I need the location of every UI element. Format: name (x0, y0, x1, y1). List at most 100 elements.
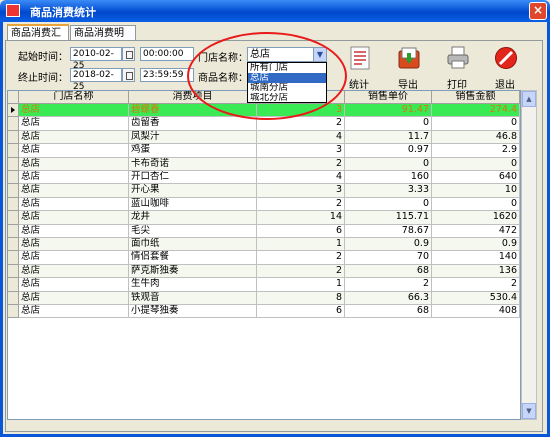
column-header-amount[interactable]: 销售金额 (432, 91, 520, 104)
print-button[interactable]: 打印 (438, 46, 476, 92)
table-row[interactable]: 总店 凤梨汁 4 11.7 46.8 (8, 130, 520, 145)
stats-button[interactable]: 统计 (340, 46, 378, 92)
table-row[interactable]: 总店 蓝山咖啡 2 0 0 (8, 197, 520, 212)
row-indicator[interactable] (8, 117, 19, 131)
store-option[interactable]: 城北分店 (248, 93, 326, 103)
row-indicator[interactable] (8, 291, 19, 305)
row-indicator[interactable] (8, 305, 19, 319)
cell-store[interactable]: 总店 (19, 305, 129, 319)
cell-store[interactable]: 总店 (19, 184, 129, 198)
cell-qty[interactable]: 8 (257, 291, 345, 305)
table-row[interactable]: 总店 龙井 14 115.71 1620 (8, 211, 520, 225)
cell-qty[interactable]: 2 (257, 197, 345, 212)
cell-qty[interactable]: 6 (257, 224, 345, 238)
cell-amount[interactable]: 136 (432, 264, 520, 279)
cell-item[interactable]: 开心果 (129, 184, 257, 198)
close-button[interactable]: × (529, 2, 547, 20)
cell-item[interactable]: 碧螺春 (129, 104, 257, 118)
table-row[interactable]: 总店 齿留香 2 0 0 (8, 117, 520, 131)
cell-qty[interactable]: 4 (257, 171, 345, 185)
end-date-field[interactable]: 2018-02-25 (70, 68, 122, 92)
cell-qty[interactable]: 2 (257, 157, 345, 171)
end-calendar-icon[interactable] (122, 68, 135, 82)
cell-amount[interactable]: 10 (432, 184, 520, 198)
row-indicator[interactable] (8, 278, 19, 292)
cell-store[interactable]: 总店 (19, 157, 129, 171)
start-calendar-icon[interactable] (122, 47, 135, 61)
store-option[interactable]: 城南分店 (248, 83, 326, 93)
scroll-down-icon[interactable]: ▼ (522, 403, 536, 419)
table-row[interactable]: 总店 碧螺春 3 91.47 274.4 (8, 104, 520, 118)
cell-item[interactable]: 凤梨汁 (129, 130, 257, 145)
row-indicator[interactable] (8, 184, 19, 198)
table-row[interactable]: 总店 卡布奇诺 2 0 0 (8, 157, 520, 171)
cell-item[interactable]: 生牛肉 (129, 278, 257, 292)
cell-amount[interactable]: 0 (432, 157, 520, 171)
cell-amount[interactable]: 0.9 (432, 238, 520, 252)
table-row[interactable]: 总店 小提琴独奏 6 68 408 (8, 305, 520, 319)
cell-qty[interactable]: 1 (257, 278, 345, 292)
cell-amount[interactable]: 274.4 (432, 104, 520, 118)
cell-amount[interactable]: 2 (432, 278, 520, 292)
row-indicator[interactable] (8, 238, 19, 252)
table-row[interactable]: 总店 情侣套餐 2 70 140 (8, 251, 520, 265)
cell-item[interactable]: 龙井 (129, 211, 257, 225)
row-indicator[interactable] (8, 197, 19, 212)
row-indicator[interactable] (8, 224, 19, 238)
data-grid[interactable]: 门店名称 消费项目 销售单价 销售金额 总店 碧螺春 3 91.47 274.4 总店 齿留… (7, 90, 521, 420)
cell-amount[interactable]: 530.4 (432, 291, 520, 305)
cell-item[interactable]: 卡布奇诺 (129, 157, 257, 171)
cell-store[interactable]: 总店 (19, 278, 129, 292)
scroll-up-icon[interactable]: ▲ (522, 91, 536, 107)
cell-amount[interactable]: 0 (432, 197, 520, 212)
cell-qty[interactable]: 6 (257, 305, 345, 319)
cell-price[interactable]: 68 (345, 305, 432, 319)
store-option[interactable]: 总店 (248, 73, 326, 83)
vertical-scrollbar[interactable]: ▲ ▼ (521, 90, 537, 420)
cell-amount[interactable]: 640 (432, 171, 520, 185)
cell-amount[interactable]: 1620 (432, 211, 520, 225)
cell-store[interactable]: 总店 (19, 251, 129, 265)
column-header-item[interactable]: 消费项目 (129, 91, 257, 104)
table-row[interactable]: 总店 鸡蛋 3 0.97 2.9 (8, 144, 520, 158)
export-button[interactable]: 导出 (389, 46, 427, 92)
cell-amount[interactable]: 2.9 (432, 144, 520, 158)
store-select[interactable]: 总店 ▼ (247, 47, 327, 62)
cell-qty[interactable]: 1 (257, 238, 345, 252)
cell-price[interactable]: 68 (345, 264, 432, 279)
column-header-store[interactable]: 门店名称 (19, 91, 129, 104)
cell-qty[interactable]: 2 (257, 251, 345, 265)
cell-store[interactable]: 总店 (19, 104, 129, 118)
column-header-price[interactable]: 销售单价 (345, 91, 432, 104)
end-time-field[interactable]: 23:59:59 (140, 68, 194, 82)
cell-store[interactable]: 总店 (19, 211, 129, 225)
table-row[interactable]: 总店 铁观音 8 66.3 530.4 (8, 291, 520, 305)
cell-amount[interactable]: 140 (432, 251, 520, 265)
row-indicator[interactable] (8, 211, 19, 225)
cell-price[interactable]: 2 (345, 278, 432, 292)
cell-item[interactable]: 鸡蛋 (129, 144, 257, 158)
cell-item[interactable]: 蓝山咖啡 (129, 197, 257, 212)
cell-store[interactable]: 总店 (19, 224, 129, 238)
row-indicator[interactable] (8, 104, 19, 118)
cell-store[interactable]: 总店 (19, 238, 129, 252)
cell-qty[interactable]: 3 (257, 104, 345, 118)
cell-amount[interactable]: 472 (432, 224, 520, 238)
cell-qty[interactable]: 3 (257, 184, 345, 198)
cell-qty[interactable]: 4 (257, 130, 345, 145)
table-row[interactable]: 总店 开心果 3 3.33 10 (8, 184, 520, 198)
row-indicator[interactable] (8, 171, 19, 185)
cell-price[interactable]: 0 (345, 117, 432, 131)
cell-price[interactable]: 66.3 (345, 291, 432, 305)
cell-store[interactable]: 总店 (19, 291, 129, 305)
cell-store[interactable]: 总店 (19, 144, 129, 158)
cell-price[interactable]: 115.71 (345, 211, 432, 225)
cell-price[interactable]: 3.33 (345, 184, 432, 198)
cell-store[interactable]: 总店 (19, 264, 129, 279)
start-time-field[interactable]: 00:00:00 (140, 47, 194, 61)
store-option[interactable]: 所有门店 (248, 63, 326, 73)
cell-store[interactable]: 总店 (19, 130, 129, 145)
cell-item[interactable]: 齿留香 (129, 117, 257, 131)
table-row[interactable]: 总店 毛尖 6 78.67 472 (8, 224, 520, 238)
table-row[interactable]: 总店 萨克斯独奏 2 68 136 (8, 264, 520, 279)
